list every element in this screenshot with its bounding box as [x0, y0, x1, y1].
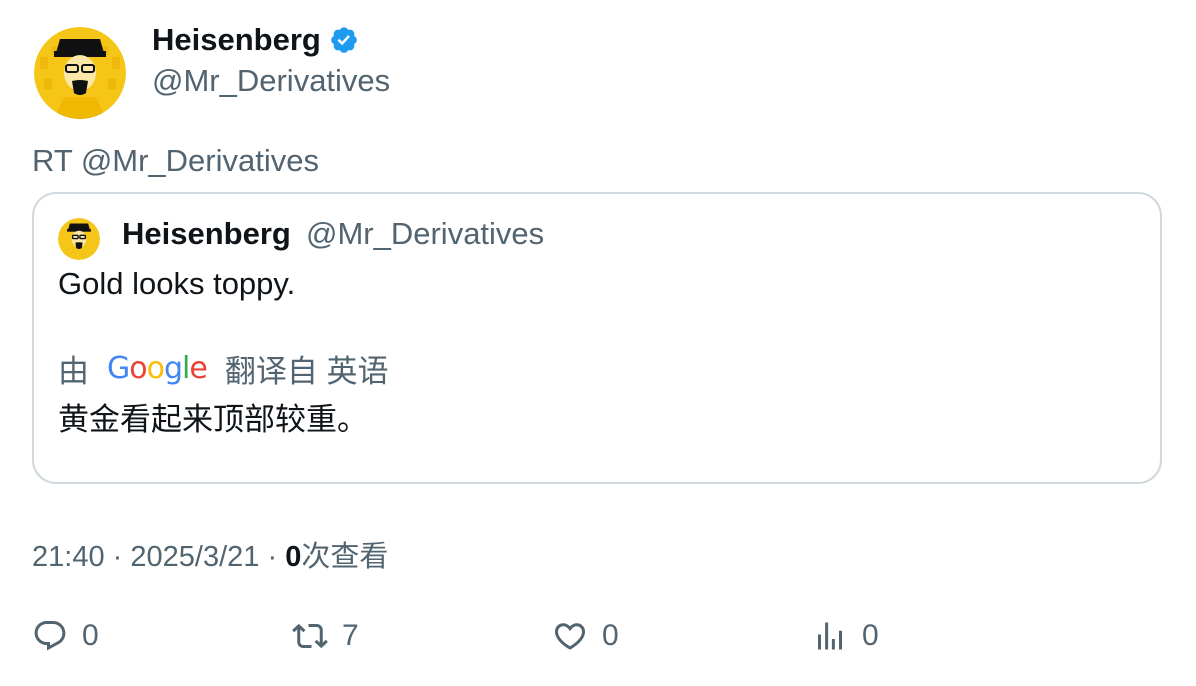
translate-suffix: 翻译自 英语: [224, 354, 389, 389]
reply-count: 0: [82, 619, 99, 652]
like-count: 0: [602, 619, 619, 652]
retweet-icon: [292, 623, 328, 649]
translated-text: 黄金看起来顶部较重。: [58, 402, 368, 437]
author-name[interactable]: Heisenberg: [152, 22, 321, 58]
reply-button[interactable]: 0: [32, 618, 99, 654]
meta-separator: ·: [112, 541, 123, 573]
retweet-text: RT @Mr_Derivatives: [32, 143, 319, 178]
analytics-icon: [818, 622, 842, 650]
quoted-author-name: Heisenberg: [122, 216, 291, 251]
retweet-button[interactable]: 7: [292, 618, 359, 654]
author-avatar[interactable]: [34, 27, 126, 119]
tweet-meta: 21:40 · 2025/3/21 · 0次查看: [32, 533, 388, 575]
heart-icon: [554, 623, 586, 650]
author-handle[interactable]: @Mr_Derivatives: [152, 63, 390, 99]
tweet-time[interactable]: 21:40: [32, 541, 105, 573]
quoted-tweet-card[interactable]: Heisenberg @Mr_Derivatives Gold looks to…: [32, 192, 1162, 484]
retweet-count: 7: [342, 619, 359, 652]
views-action-count: 0: [862, 619, 879, 652]
action-bar: 0 7 0 0: [32, 618, 1162, 666]
meta-separator: ·: [267, 541, 278, 573]
google-logo: Google: [107, 351, 208, 386]
views-label: 次查看: [301, 541, 389, 573]
verified-badge-icon: [331, 27, 357, 53]
quoted-author-handle: @Mr_Derivatives: [306, 216, 545, 251]
like-button[interactable]: 0: [552, 618, 619, 654]
reply-icon: [34, 621, 66, 651]
quoted-tweet-text: Gold looks toppy.: [58, 266, 296, 301]
quoted-author-avatar: [58, 218, 100, 260]
tweet-date[interactable]: 2025/3/21: [130, 541, 259, 573]
translate-prefix: 由: [58, 354, 89, 389]
translation-attribution: 由 Google 翻译自 英语: [58, 346, 388, 391]
views-count: 0: [285, 541, 302, 573]
views-button[interactable]: 0: [812, 618, 879, 654]
